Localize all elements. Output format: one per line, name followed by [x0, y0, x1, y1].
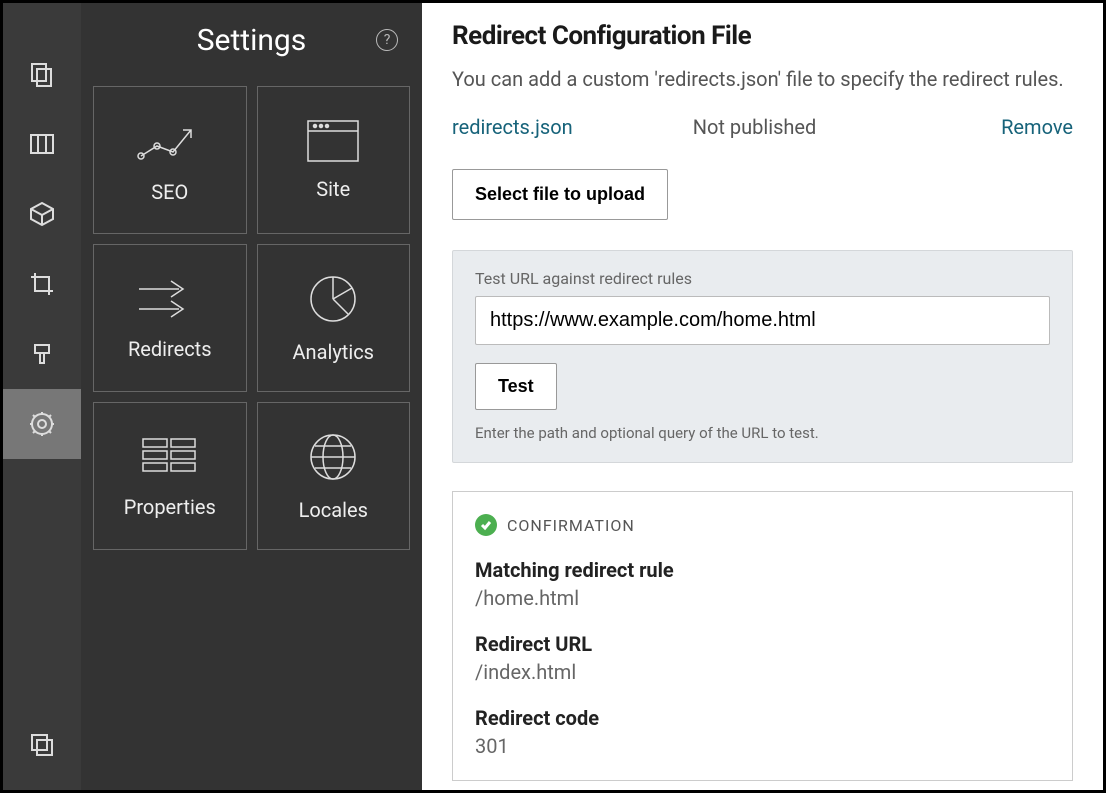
- test-button[interactable]: Test: [475, 363, 557, 410]
- redirects-icon: [135, 275, 205, 323]
- rail-brush[interactable]: [3, 319, 81, 389]
- select-file-button[interactable]: Select file to upload: [452, 169, 668, 220]
- tile-label: Redirects: [128, 337, 212, 361]
- analytics-icon: [306, 272, 360, 326]
- tile-label: Analytics: [293, 340, 375, 364]
- rule-label: Matching redirect rule: [475, 558, 1050, 582]
- rail-settings[interactable]: [3, 389, 81, 459]
- copy-icon: [29, 732, 55, 758]
- file-link[interactable]: redirects.json: [452, 115, 573, 139]
- test-url-input[interactable]: [475, 296, 1050, 345]
- code-value: 301: [475, 734, 1050, 758]
- url-label: Redirect URL: [475, 632, 1050, 656]
- tile-properties[interactable]: Properties: [93, 402, 247, 550]
- tile-label: Site: [316, 177, 350, 201]
- url-value: /index.html: [475, 660, 1050, 684]
- test-panel: Test URL against redirect rules Test Ent…: [452, 250, 1073, 463]
- main-content: Redirect Configuration File You can add …: [422, 3, 1103, 790]
- cube-icon: [29, 201, 55, 227]
- columns-icon: [29, 131, 55, 157]
- rule-value: /home.html: [475, 586, 1050, 610]
- tile-label: SEO: [151, 180, 188, 204]
- tile-label: Properties: [124, 495, 216, 519]
- brush-icon: [29, 341, 55, 367]
- rail-copy[interactable]: [3, 710, 81, 780]
- tile-seo[interactable]: SEO: [93, 86, 247, 234]
- properties-icon: [135, 433, 205, 481]
- seo-icon: [135, 116, 205, 166]
- tile-analytics[interactable]: Analytics: [257, 244, 411, 392]
- rail-crop[interactable]: [3, 249, 81, 319]
- icon-rail: [3, 3, 81, 790]
- tile-redirects[interactable]: Redirects: [93, 244, 247, 392]
- file-status: Not published: [693, 115, 817, 139]
- test-label: Test URL against redirect rules: [475, 269, 1050, 288]
- tile-locales[interactable]: Locales: [257, 402, 411, 550]
- pages-icon: [29, 61, 55, 87]
- confirmation-label: CONFIRMATION: [507, 516, 635, 535]
- gear-icon: [29, 411, 55, 437]
- locales-icon: [306, 430, 360, 484]
- rail-cube[interactable]: [3, 179, 81, 249]
- page-title: Redirect Configuration File: [452, 21, 1073, 51]
- file-row: redirects.json Not published Remove: [452, 115, 1073, 139]
- rail-columns[interactable]: [3, 109, 81, 179]
- settings-panel: Settings ? SEO Site Redirects Analytics: [81, 3, 422, 790]
- code-label: Redirect code: [475, 706, 1050, 730]
- check-circle-icon: [475, 514, 497, 536]
- settings-title: Settings: [197, 23, 307, 58]
- help-icon[interactable]: ?: [376, 29, 398, 51]
- crop-icon: [29, 271, 55, 297]
- site-icon: [306, 119, 360, 163]
- test-hint: Enter the path and optional query of the…: [475, 424, 1050, 442]
- tile-label: Locales: [299, 498, 368, 522]
- result-panel: CONFIRMATION Matching redirect rule /hom…: [452, 491, 1073, 781]
- page-subhead: You can add a custom 'redirects.json' fi…: [452, 67, 1073, 91]
- tile-site[interactable]: Site: [257, 86, 411, 234]
- rail-pages[interactable]: [3, 39, 81, 109]
- remove-link[interactable]: Remove: [1001, 115, 1073, 139]
